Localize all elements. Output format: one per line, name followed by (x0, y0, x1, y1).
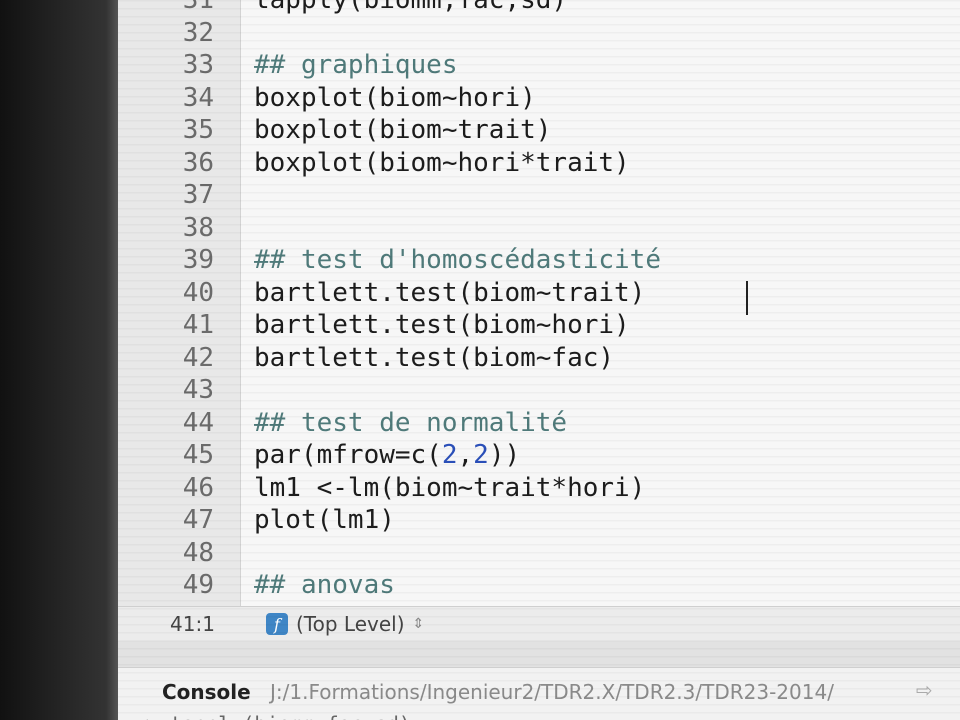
console-tab[interactable]: Console (162, 680, 251, 704)
code-line[interactable]: 47 plot(lm1) (118, 504, 960, 537)
code-comment: ## test d'homoscédasticité (254, 245, 661, 275)
code-text: lm1 <-lm(biom~trait*hori) (254, 472, 645, 505)
line-number: 38 (182, 212, 214, 243)
code-token: bartlett.test(biom~fac) (254, 342, 615, 373)
code-text: tapply(biomm,fac,sd) (254, 0, 567, 17)
code-comment: ## anovas (254, 570, 395, 600)
code-text: ## test d'homoscédasticité (254, 244, 661, 277)
text-cursor (746, 281, 748, 315)
line-number: 42 (182, 342, 214, 373)
code-line[interactable]: 39 ## test d'homoscédasticité (118, 244, 960, 277)
scope-label: (Top Level) (296, 612, 405, 636)
updown-chevron-icon: ⇕ (412, 616, 425, 632)
line-number: 40 (182, 277, 214, 308)
pane-splitter[interactable] (118, 641, 960, 667)
code-text: ## graphiques (254, 49, 458, 82)
code-line[interactable]: 41 bartlett.test(biom~hori) (118, 309, 960, 342)
line-number: 36 (182, 147, 214, 178)
code-text: boxplot(biom~hori) (254, 82, 536, 115)
cursor-position: 41:1 (170, 612, 215, 636)
code-token: boxplot(biom~trait) (254, 115, 552, 145)
code-token: bartlett.test(biom~trait) (254, 277, 646, 308)
code-line[interactable]: 32 (118, 17, 960, 50)
code-line[interactable]: 46 lm1 <-lm(biom~trait*hori) (118, 472, 960, 505)
line-number: 31 (182, 0, 214, 15)
code-line[interactable]: 44 ## test de normalité (118, 407, 960, 440)
code-token: bartlett.test(biom~hori) (254, 310, 630, 340)
line-number: 44 (182, 407, 214, 438)
line-number: 35 (182, 115, 214, 145)
console-output-peek: > tapply(biomm,fac,sd) (146, 712, 411, 720)
code-text: boxplot(biom~trait) (254, 114, 551, 147)
code-line[interactable]: 40 bartlett.test(biom~trait) (118, 277, 960, 310)
code-text: plot(lm1) (254, 504, 395, 537)
console-pane-header[interactable]: Console J:/1.Formations/Ingenieur2/TDR2.… (118, 667, 960, 720)
code-line[interactable]: 38 (118, 212, 960, 245)
code-line[interactable]: 37 (118, 179, 960, 212)
source-editor[interactable]: 31 tapply(biomm,fac,sd) 32 33 ## graphiques 3… (118, 0, 960, 606)
line-number: 43 (182, 375, 214, 405)
code-line[interactable]: 49 ## anovas (118, 569, 960, 602)
code-token: plot(lm1) (254, 505, 395, 535)
line-number: 45 (182, 440, 214, 470)
code-line[interactable]: 35 boxplot(biom~trait) (118, 114, 960, 147)
code-comment: ## test de normalité (254, 407, 568, 438)
code-text: boxplot(biom~hori*trait) (254, 147, 630, 180)
code-text: bartlett.test(biom~trait) (254, 277, 645, 310)
code-token: tapply(biomm,fac,sd) (254, 0, 568, 15)
line-number: 49 (182, 570, 214, 600)
code-token: , (457, 440, 474, 470)
code-line[interactable]: 48 (118, 537, 960, 570)
code-text: ## test de normalité (254, 407, 567, 440)
line-number: 39 (182, 245, 214, 275)
code-token: )) (488, 440, 521, 470)
line-number: 46 (182, 472, 214, 503)
photo-frame: 31 tapply(biomm,fac,sd) 32 33 ## graphiques 3… (0, 0, 960, 720)
code-token: boxplot(biom~hori*trait) (254, 147, 630, 178)
go-to-directory-icon[interactable]: ⇨ (916, 678, 933, 702)
code-line[interactable]: 43 (118, 374, 960, 407)
code-token: boxplot(biom~hori) (254, 82, 536, 113)
code-line[interactable]: 33 ## graphiques (118, 49, 960, 82)
code-text: bartlett.test(biom~hori) (254, 309, 630, 342)
code-text: ## anovas (254, 569, 395, 602)
line-number: 41 (182, 310, 214, 340)
code-line[interactable]: 45 par(mfrow=c(2,2)) (118, 439, 960, 472)
editor-status-bar: 41:1 f (Top Level) ⇕ (118, 606, 960, 642)
line-number: 47 (182, 505, 214, 535)
code-number: 2 (473, 440, 489, 470)
code-lines[interactable]: 31 tapply(biomm,fac,sd) 32 33 ## graphiques 3… (118, 0, 960, 602)
line-number: 34 (182, 82, 214, 113)
code-line[interactable]: 36 boxplot(biom~hori*trait) (118, 147, 960, 180)
code-comment: ## graphiques (254, 50, 458, 80)
working-directory-path: J:/1.Formations/Ingenieur2/TDR2.X/TDR2.3… (270, 680, 834, 704)
line-number: 33 (182, 50, 214, 80)
code-token: par(mfrow=c( (254, 440, 442, 470)
scope-selector[interactable]: f (Top Level) ⇕ (266, 611, 424, 637)
monitor-bezel (0, 0, 118, 720)
code-line[interactable]: 42 bartlett.test(biom~fac) (118, 342, 960, 375)
code-token: lm1 <-lm(biom~trait*hori) (254, 472, 646, 503)
line-number: 48 (182, 537, 214, 568)
code-text: par(mfrow=c(2,2)) (254, 439, 520, 472)
line-number: 32 (182, 17, 214, 48)
function-icon: f (266, 613, 288, 635)
code-number: 2 (441, 440, 458, 470)
code-text: bartlett.test(biom~fac) (254, 342, 614, 375)
code-line[interactable]: 31 tapply(biomm,fac,sd) (118, 0, 960, 17)
line-number: 37 (182, 180, 214, 210)
code-line[interactable]: 34 boxplot(biom~hori) (118, 82, 960, 115)
